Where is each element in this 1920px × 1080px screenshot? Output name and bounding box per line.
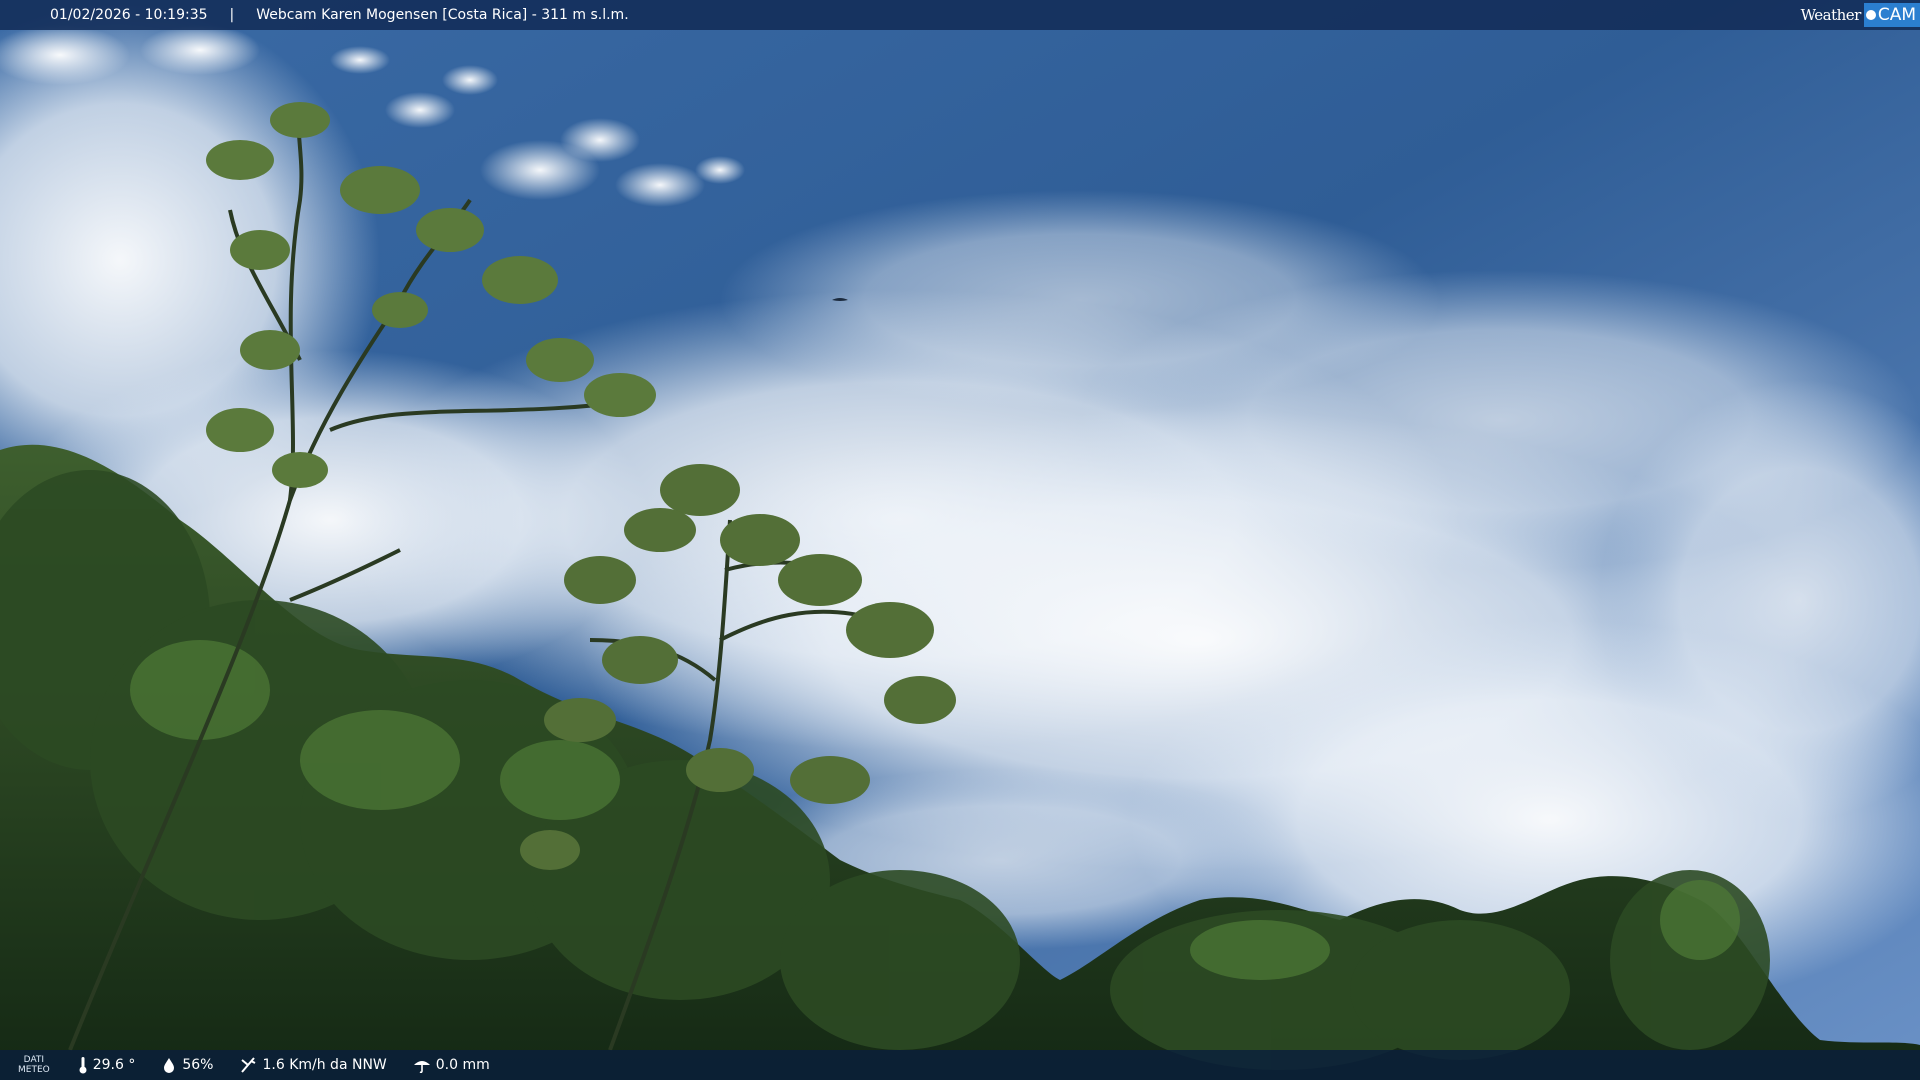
wind-icon <box>241 1057 256 1073</box>
weathercam-logo: Weather CAM <box>1801 0 1920 30</box>
logo-cam-block: CAM <box>1863 3 1920 27</box>
datetime: 01/02/2026 - 10:19:35 <box>50 7 208 23</box>
dati-label: DATI <box>23 1055 45 1065</box>
humidity-stat: 56% <box>161 1057 213 1073</box>
camera-lens-icon <box>1865 10 1876 20</box>
wind-value: 1.6 Km/h da NNW <box>262 1057 387 1073</box>
wind-stat: 1.6 Km/h da NNW <box>239 1056 387 1074</box>
webcam-frame: 01/02/2026 - 10:19:35 | Webcam Karen Mog… <box>0 0 1920 1080</box>
humidity-value: 56% <box>182 1057 214 1073</box>
logo-cam-text: CAM <box>1877 5 1916 25</box>
meteo-label: METEO <box>18 1065 50 1075</box>
webcam-title: Webcam Karen Mogensen [Costa Rica] - 311… <box>256 7 629 23</box>
rain-icon <box>413 1061 430 1073</box>
weather-data-bar: DATI METEO 29.6 ° 56% 1.6 Km/h da NNW 0.… <box>0 1050 1920 1080</box>
webcam-image <box>0 0 1920 1080</box>
temperature-value: 29.6 ° <box>92 1057 136 1073</box>
rain-value: 0.0 mm <box>435 1057 490 1073</box>
dati-meteo-label: DATI METEO <box>18 1055 50 1075</box>
thermometer-icon <box>79 1057 87 1074</box>
logo-weather-text: Weather <box>1800 6 1862 24</box>
humidity-icon <box>164 1058 175 1073</box>
header-bar: 01/02/2026 - 10:19:35 | Webcam Karen Mog… <box>0 0 1920 30</box>
header-separator: | <box>229 7 235 23</box>
temperature-stat: 29.6 ° <box>78 1056 136 1074</box>
rain-stat: 0.0 mm <box>413 1057 490 1073</box>
